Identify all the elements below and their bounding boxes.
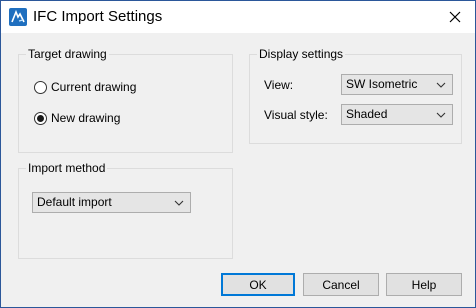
close-icon — [449, 11, 461, 23]
ifc-import-settings-dialog: IFC Import Settings Target drawing Curre… — [0, 0, 476, 308]
ok-button[interactable]: OK — [221, 273, 295, 296]
view-value: SW Isometric — [346, 77, 418, 91]
view-select[interactable]: SW Isometric — [341, 74, 453, 95]
import-method-select[interactable]: Default import — [32, 192, 191, 213]
current-drawing-label: Current drawing — [51, 80, 137, 94]
import-method-label: Import method — [26, 161, 108, 176]
current-drawing-radio[interactable] — [34, 80, 47, 94]
chevron-down-icon — [174, 200, 184, 206]
cancel-button[interactable]: Cancel — [303, 273, 379, 296]
import-method-value: Default import — [37, 195, 112, 209]
radio-new-drawing[interactable]: New drawing — [34, 111, 120, 125]
chevron-down-icon — [436, 112, 446, 118]
import-method-group: Import method Default import — [18, 161, 233, 259]
window-title: IFC Import Settings — [33, 8, 163, 25]
view-label: View: — [264, 78, 294, 92]
close-button[interactable] — [441, 5, 469, 29]
target-drawing-label: Target drawing — [26, 47, 109, 62]
title-bar: IFC Import Settings — [1, 1, 475, 33]
chevron-down-icon — [436, 82, 446, 88]
autocad-icon — [9, 8, 27, 26]
visual-style-value: Shaded — [346, 107, 388, 121]
target-drawing-group: Target drawing Current drawing New drawi… — [18, 47, 233, 153]
display-settings-label: Display settings — [257, 47, 346, 62]
new-drawing-radio[interactable] — [34, 111, 47, 125]
visual-style-label: Visual style: — [264, 108, 328, 122]
new-drawing-label: New drawing — [51, 111, 121, 125]
display-settings-group: Display settings View: SW Isometric Visu… — [249, 47, 462, 144]
radio-current-drawing[interactable]: Current drawing — [34, 80, 136, 94]
visual-style-select[interactable]: Shaded — [341, 104, 453, 125]
help-button[interactable]: Help — [386, 273, 462, 296]
